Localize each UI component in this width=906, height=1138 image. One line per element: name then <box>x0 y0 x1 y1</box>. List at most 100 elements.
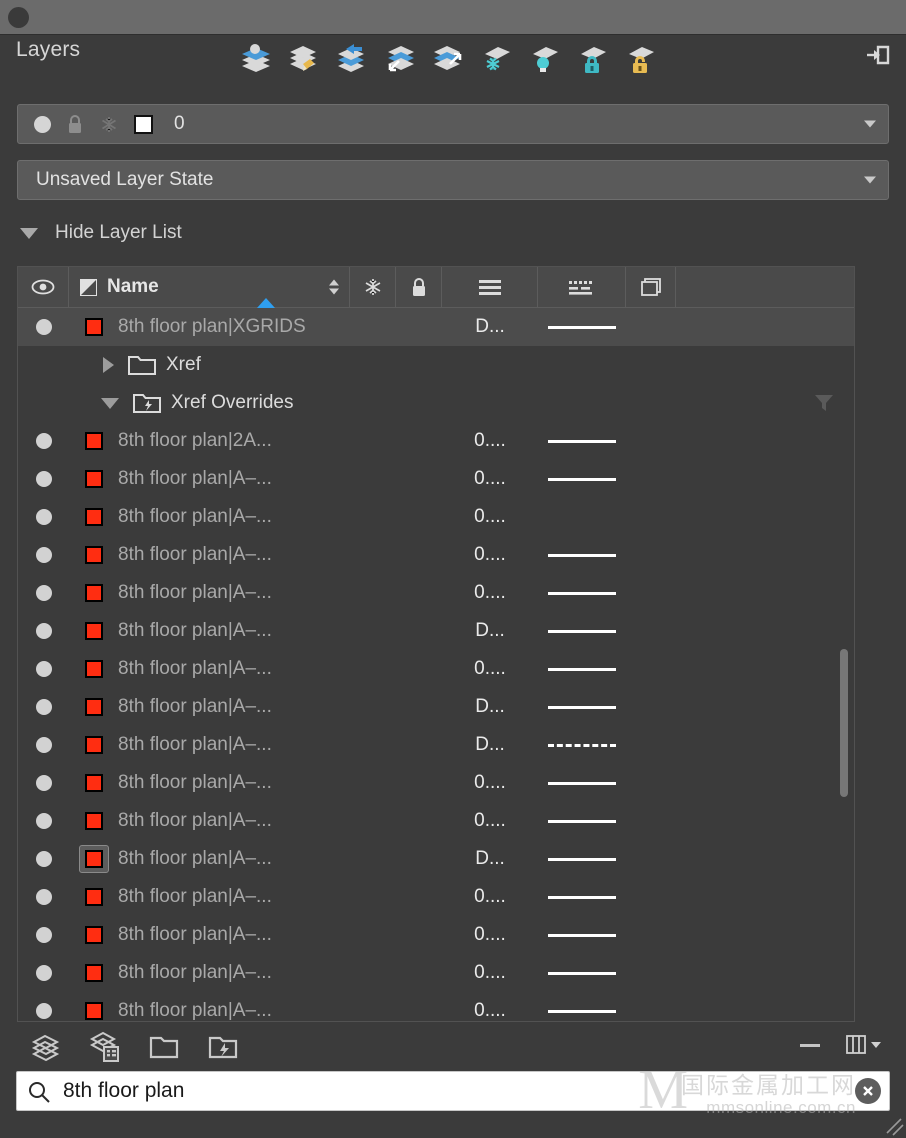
layer-on-toggle[interactable] <box>18 509 69 525</box>
layer-linetype-cell[interactable] <box>538 781 626 785</box>
triangle-right-icon[interactable] <box>103 357 114 373</box>
layer-state-combobox[interactable]: Unsaved Layer State <box>17 160 889 200</box>
clear-icon[interactable] <box>855 1078 881 1104</box>
layer-linetype-cell[interactable] <box>538 895 626 899</box>
layer-on-toggle[interactable] <box>18 965 69 981</box>
layer-on-toggle[interactable] <box>18 775 69 791</box>
layer-color-swatch[interactable] <box>79 427 109 455</box>
scrollbar-thumb[interactable] <box>840 649 848 797</box>
layer-on-toggle[interactable] <box>18 661 69 677</box>
layer-color-swatch[interactable] <box>79 693 109 721</box>
layer-unisolate-icon[interactable] <box>334 40 370 76</box>
current-layer-color-swatch[interactable] <box>134 114 153 134</box>
layer-color-cell[interactable]: D... <box>442 316 538 338</box>
layer-linetype-cell[interactable] <box>538 553 626 557</box>
layer-group-row[interactable]: Xref <box>18 346 854 384</box>
layer-linetype-cell[interactable] <box>538 325 626 329</box>
layer-on-toggle[interactable] <box>18 927 69 943</box>
layer-color-cell[interactable]: D... <box>442 696 538 718</box>
layer-color-swatch[interactable] <box>79 503 109 531</box>
layer-color-swatch[interactable] <box>79 655 109 683</box>
new-layer-vp-frozen-icon[interactable] <box>88 1029 122 1063</box>
layer-color-cell[interactable]: D... <box>442 734 538 756</box>
freeze-icon[interactable] <box>99 114 119 135</box>
layer-color-cell[interactable]: D... <box>442 620 538 642</box>
triangle-down-icon[interactable] <box>101 397 119 409</box>
layer-color-swatch[interactable] <box>79 807 109 835</box>
layer-color-cell[interactable]: 0.... <box>442 810 538 832</box>
layer-name-cell[interactable]: 8th floor plan|XGRIDS <box>69 313 350 341</box>
layer-off-icon[interactable] <box>526 40 562 76</box>
layer-on-toggle[interactable] <box>18 623 69 639</box>
layer-color-swatch[interactable] <box>79 997 109 1021</box>
layer-name-cell[interactable]: 8th floor plan|A–... <box>69 883 350 911</box>
layer-on-toggle[interactable] <box>18 585 69 601</box>
layer-color-cell[interactable]: 0.... <box>442 506 538 528</box>
layer-on-toggle[interactable] <box>18 1003 69 1019</box>
table-row[interactable]: 8th floor plan|A–... 0.... <box>18 650 854 688</box>
dock-collapse-icon[interactable] <box>864 40 892 70</box>
layer-lock-icon[interactable] <box>574 40 610 76</box>
layer-color-swatch[interactable] <box>79 579 109 607</box>
layer-freeze-icon[interactable] <box>478 40 514 76</box>
table-row[interactable]: 8th floor plan|A–... 0.... <box>18 536 854 574</box>
layer-linetype-cell[interactable] <box>538 629 626 633</box>
col-on-off[interactable] <box>18 267 69 307</box>
layer-linetype-cell[interactable] <box>538 439 626 443</box>
layer-linetype-cell[interactable] <box>538 515 626 519</box>
layer-on-icon[interactable] <box>34 115 51 133</box>
resize-handle[interactable] <box>884 1116 904 1136</box>
layer-linetype-cell[interactable] <box>538 1009 626 1013</box>
layer-name-cell[interactable]: 8th floor plan|A–... <box>69 579 350 607</box>
layer-color-cell[interactable]: 0.... <box>442 582 538 604</box>
layer-on-toggle[interactable] <box>18 699 69 715</box>
layer-on-toggle[interactable] <box>18 471 69 487</box>
table-row[interactable]: 8th floor plan|A–... 0.... <box>18 498 854 536</box>
table-row[interactable]: 8th floor plan|A–... D... <box>18 726 854 764</box>
layer-color-swatch[interactable] <box>79 617 109 645</box>
layer-on-toggle[interactable] <box>18 889 69 905</box>
new-layer-icon[interactable] <box>29 1029 63 1063</box>
table-row[interactable]: 8th floor plan|2A... 0.... <box>18 422 854 460</box>
layer-name-cell[interactable]: 8th floor plan|A–... <box>69 465 350 493</box>
layer-on-toggle[interactable] <box>18 737 69 753</box>
chevron-down-icon[interactable] <box>864 176 876 184</box>
table-row[interactable]: 8th floor plan|A–... 0.... <box>18 460 854 498</box>
table-row[interactable]: 8th floor plan|A–... 0.... <box>18 992 854 1021</box>
chevron-down-icon[interactable] <box>864 120 876 128</box>
layer-name-cell[interactable]: 8th floor plan|A–... <box>69 921 350 949</box>
table-row[interactable]: 8th floor plan|A–... 0.... <box>18 916 854 954</box>
filter-funnel-icon[interactable] <box>813 393 835 413</box>
layer-color-swatch[interactable] <box>79 883 109 911</box>
column-options-icon[interactable] <box>846 1034 881 1056</box>
table-row[interactable]: 8th floor plan|A–... 0.... <box>18 878 854 916</box>
layer-name-cell[interactable]: 8th floor plan|A–... <box>69 807 350 835</box>
layer-color-cell[interactable]: 0.... <box>442 962 538 984</box>
layer-on-toggle[interactable] <box>18 547 69 563</box>
layer-color-cell[interactable]: D... <box>442 848 538 870</box>
layer-linetype-cell[interactable] <box>538 933 626 937</box>
layer-match-icon[interactable] <box>430 40 466 76</box>
layer-properties-icon[interactable] <box>238 40 274 76</box>
layer-make-current-icon[interactable] <box>382 40 418 76</box>
layer-linetype-cell[interactable] <box>538 667 626 671</box>
layer-linetype-cell[interactable] <box>538 743 626 747</box>
layer-on-toggle[interactable] <box>18 851 69 867</box>
layer-name-cell[interactable]: 8th floor plan|A–... <box>69 617 350 645</box>
table-row[interactable]: 8th floor plan|A–... 0.... <box>18 764 854 802</box>
sort-arrows-icon[interactable] <box>329 279 339 295</box>
layer-color-cell[interactable]: 0.... <box>442 772 538 794</box>
layer-name-cell[interactable]: 8th floor plan|A–... <box>69 731 350 759</box>
layer-color-swatch[interactable] <box>79 313 109 341</box>
current-layer-combobox[interactable]: 0 <box>17 104 889 144</box>
collapse-icon[interactable] <box>800 1043 820 1047</box>
layer-name-cell[interactable]: 8th floor plan|A–... <box>69 655 350 683</box>
hide-layer-list-toggle[interactable]: Hide Layer List <box>20 218 182 248</box>
layer-unlock-icon[interactable] <box>622 40 658 76</box>
layer-color-swatch[interactable] <box>79 845 109 873</box>
table-row[interactable]: 8th floor plan|A–... 0.... <box>18 574 854 612</box>
layer-list-scrollbar[interactable] <box>837 309 851 1021</box>
layer-name-cell[interactable]: 8th floor plan|2A... <box>69 427 350 455</box>
layer-isolate-icon[interactable] <box>286 40 322 76</box>
layer-color-cell[interactable]: 0.... <box>442 1000 538 1021</box>
